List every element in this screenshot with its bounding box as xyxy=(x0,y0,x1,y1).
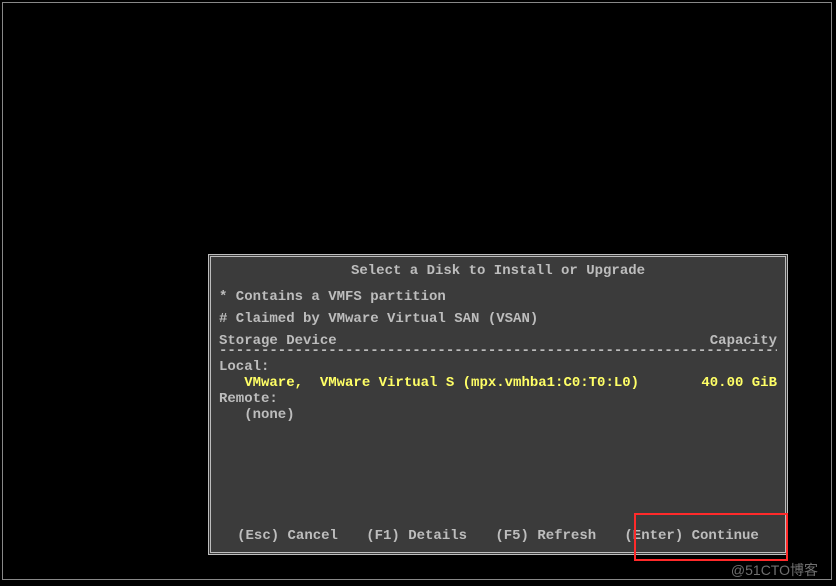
legend-vsan: # Claimed by VMware Virtual SAN (VSAN) xyxy=(219,311,777,327)
watermark-text: @51CTO博客 xyxy=(731,560,818,580)
legend-vmfs: * Contains a VMFS partition xyxy=(219,289,777,305)
section-remote-label: Remote: xyxy=(219,391,777,407)
action-bar: (Esc) Cancel (F1) Details (F5) Refresh (… xyxy=(211,528,785,544)
console-frame: Select a Disk to Install or Upgrade * Co… xyxy=(2,2,832,580)
section-local-label: Local: xyxy=(219,359,777,375)
dialog-title: Select a Disk to Install or Upgrade xyxy=(219,263,777,279)
refresh-button[interactable]: (F5) Refresh xyxy=(495,528,596,544)
select-disk-dialog: Select a Disk to Install or Upgrade * Co… xyxy=(208,254,788,555)
disk-row[interactable]: VMware, VMware Virtual S (mpx.vmhba1:C0:… xyxy=(219,375,777,391)
disk-name: VMware, VMware Virtual S (mpx.vmhba1:C0:… xyxy=(219,375,687,391)
details-button[interactable]: (F1) Details xyxy=(366,528,467,544)
remote-none: (none) xyxy=(219,407,777,423)
disk-capacity: 40.00 GiB xyxy=(687,375,777,391)
continue-button[interactable]: (Enter) Continue xyxy=(624,528,758,544)
cancel-button[interactable]: (Esc) Cancel xyxy=(237,528,338,544)
horizontal-rule: ----------------------------------------… xyxy=(219,347,777,355)
